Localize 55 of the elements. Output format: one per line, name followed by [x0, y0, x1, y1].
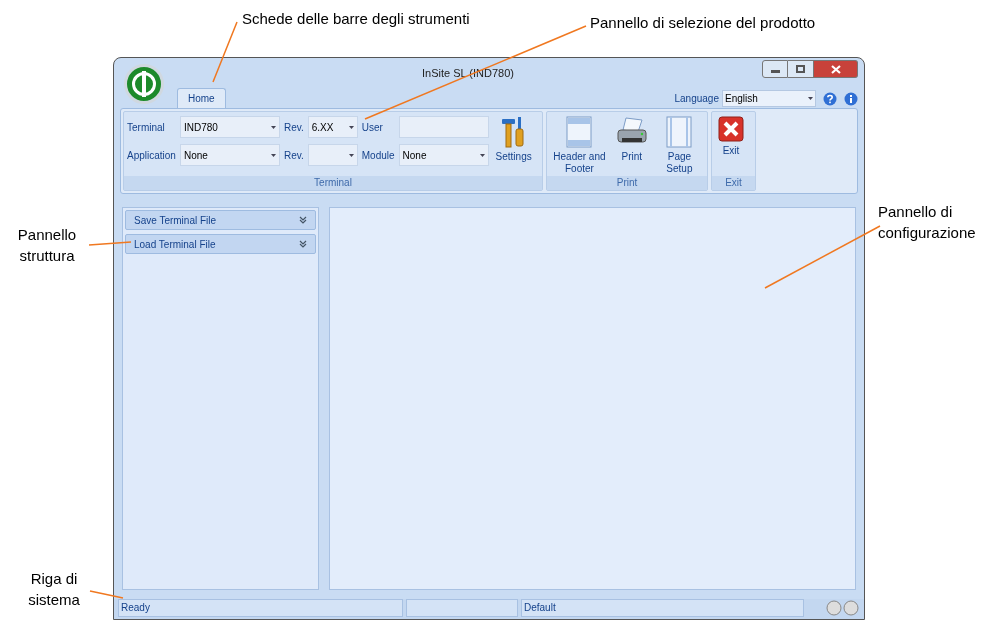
info-icon[interactable] [844, 91, 858, 106]
field-label: Rev. [283, 148, 304, 163]
app-logo-icon[interactable] [124, 64, 164, 104]
close-icon [830, 64, 841, 74]
caret-icon [348, 153, 354, 157]
callout-label: Pannello di configurazione [878, 202, 977, 243]
page-setup-button[interactable]: Page Setup [654, 116, 704, 175]
dropdown[interactable]: IND780 [179, 116, 280, 138]
header-footer-button[interactable]: Header and Footer [550, 116, 609, 175]
window-title: InSite SL (IND780) [422, 65, 514, 81]
panel-header[interactable]: Save Terminal File [125, 210, 316, 230]
close-icon [718, 116, 744, 142]
print-button[interactable]: Print [612, 116, 651, 163]
field-label: User [361, 120, 384, 135]
caret-icon [348, 125, 354, 129]
maximize-button[interactable] [788, 60, 814, 78]
settings-button[interactable]: Settings [492, 116, 535, 163]
field-label: Rev. [283, 120, 304, 135]
input-field[interactable] [398, 116, 489, 138]
field-label: Application [127, 148, 176, 163]
dropdown[interactable]: 6.XX [307, 116, 358, 138]
leader-line [88, 241, 132, 246]
panel-header[interactable]: Load Terminal File [125, 234, 316, 254]
status-cell: Default [521, 599, 804, 617]
caret-icon [479, 153, 485, 157]
field-label: Terminal [127, 120, 166, 135]
tools-icon [500, 116, 527, 148]
caret-icon [270, 125, 276, 129]
group-title: Exit [712, 176, 755, 190]
dropdown[interactable]: None [179, 144, 280, 166]
expand-chevron-icon [299, 216, 307, 224]
minimize-button[interactable] [762, 60, 788, 78]
callout-label: Riga di sistema [27, 569, 81, 610]
caret-icon [808, 97, 813, 100]
home-tab[interactable]: Home [177, 88, 226, 108]
field-label: Module [361, 148, 395, 163]
exit-button[interactable]: Exit [715, 116, 747, 157]
dropdown[interactable]: None [398, 144, 489, 166]
page-icon [666, 116, 693, 148]
caret-icon [270, 153, 276, 157]
leader-line [212, 21, 238, 83]
callout-label: Schede delle barre degli strumenti [242, 9, 470, 29]
help-icon[interactable] [823, 91, 837, 106]
expand-chevron-icon [299, 240, 307, 248]
close-button[interactable] [814, 60, 858, 78]
group-title: Print [547, 176, 707, 190]
status-indicators-icon [826, 600, 860, 616]
leader-line [89, 590, 124, 599]
language-label: Language [674, 92, 719, 106]
page-header-icon [566, 116, 593, 148]
group-title: Terminal [124, 176, 542, 190]
callout-label: Pannello struttura [16, 225, 78, 266]
callout-label: Pannello di selezione del prodotto [590, 13, 816, 33]
language-dropdown[interactable]: English [722, 90, 816, 107]
status-cell: Ready [118, 599, 403, 617]
